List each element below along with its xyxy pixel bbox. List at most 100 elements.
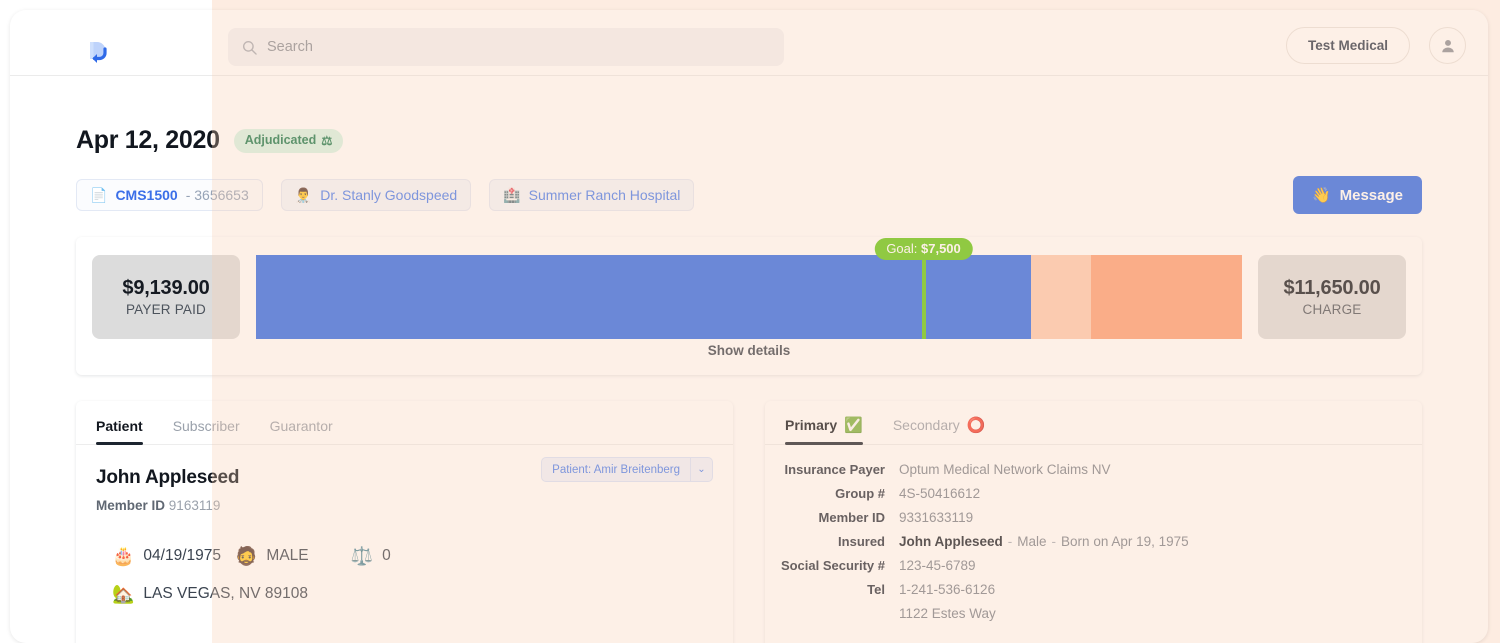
charge-amount: $11,650.00 <box>1283 277 1381 299</box>
insurance-ssn-value: 123-45-6789 <box>899 558 976 573</box>
chevron-down-icon[interactable]: ⌄ <box>690 458 712 481</box>
insurance-row-address: 1122 Estes Way <box>779 606 1402 621</box>
patient-sex-value: MALE <box>266 547 309 564</box>
detail-panels: Patient Subscriber Guarantor John Apples… <box>76 401 1422 643</box>
tab-subscriber[interactable]: Subscriber <box>173 418 240 444</box>
page-content: Apr 12, 2020 Adjudicated ⚖ 📄 CMS1500 - 3… <box>10 126 1488 643</box>
patient-panel-tabs: Patient Subscriber Guarantor <box>76 401 733 445</box>
search-bar[interactable] <box>228 28 784 66</box>
insurance-row-member-id: Member ID 9331633119 <box>779 510 1402 525</box>
birthday-cake-icon: 🎂 <box>112 546 135 566</box>
scales-icon: ⚖️ <box>350 546 374 566</box>
patient-balance-value: 0 <box>382 547 391 564</box>
insurance-member-id-label: Member ID <box>818 510 885 525</box>
message-button-label: Message <box>1339 186 1403 204</box>
insurance-row-tel: Tel 1-241-536-6126 <box>779 582 1402 597</box>
patient-selector-dropdown[interactable]: Patient: Amir Breitenberg ⌄ <box>541 457 713 482</box>
check-mark-icon: ✅ <box>844 417 863 434</box>
goal-prefix: Goal: <box>886 241 922 256</box>
message-button[interactable]: 👋 Message <box>1292 176 1422 214</box>
insurance-details: Insurance Payer Optum Medical Network Cl… <box>765 445 1422 621</box>
charge-stat: $11,650.00 CHARGE <box>1258 255 1406 339</box>
waving-hand-icon: 👋 <box>1311 187 1331 204</box>
chip-provider[interactable]: 👨‍⚕️ Dr. Stanly Goodspeed <box>280 179 472 211</box>
organization-button[interactable]: Test Medical <box>1285 27 1410 64</box>
payment-summary-card: $9,139.00 PAYER PAID Goal: $7,500 $11,65… <box>76 237 1422 375</box>
goal-label: Goal: $7,500 <box>874 238 973 260</box>
gavel-icon: ⚖ <box>321 133 333 148</box>
bar-segment-remaining <box>1091 255 1242 339</box>
patient-dob: 🎂 04/19/1975 <box>112 547 221 565</box>
payment-progress-bar[interactable]: Goal: $7,500 <box>256 238 1242 339</box>
insurance-group-value: 4S-50416612 <box>899 486 981 501</box>
patient-member-id-label: Member ID <box>96 498 166 513</box>
tab-guarantor[interactable]: Guarantor <box>270 418 333 444</box>
page-title: Apr 12, 2020 <box>76 126 220 154</box>
patient-demographics-row: 🎂 04/19/1975 🧔 MALE ⚖️ 0 <box>96 547 713 565</box>
status-badge: Adjudicated ⚖ <box>233 128 344 153</box>
tab-patient[interactable]: Patient <box>96 418 143 445</box>
user-avatar-icon <box>1441 39 1454 52</box>
user-avatar-button[interactable] <box>1429 27 1466 64</box>
tab-primary-insurance[interactable]: Primary ✅ <box>785 416 863 445</box>
insurance-row-group: Group # 4S-50416612 <box>779 486 1402 501</box>
patient-panel: Patient Subscriber Guarantor John Apples… <box>76 401 733 643</box>
insurance-tel-label: Tel <box>867 582 885 597</box>
insurance-panel: Primary ✅ Secondary ⭕ Insurance Payer Op… <box>765 401 1422 643</box>
insured-sex: Male <box>1017 534 1047 549</box>
tab-patient-label: Patient <box>96 418 143 434</box>
claim-logo-icon[interactable] <box>79 37 113 71</box>
payer-paid-amount: $9,139.00 <box>122 277 210 299</box>
hospital-icon: 🏥 <box>503 187 521 203</box>
patient-selector-value: Patient: Amir Breitenberg <box>552 463 680 476</box>
search-input[interactable] <box>267 39 747 55</box>
claim-reference-chips: 📄 CMS1500 - 3656653 👨‍⚕️ Dr. Stanly Good… <box>76 176 1422 214</box>
insurance-tel-value: 1-241-536-6126 <box>899 582 996 597</box>
insured-name: John Appleseed <box>899 534 1003 549</box>
tab-secondary-insurance[interactable]: Secondary ⭕ <box>893 416 986 444</box>
insured-born: Born on Apr 19, 1975 <box>1061 534 1189 549</box>
payer-paid-label: PAYER PAID <box>125 302 207 317</box>
insured-sep-1: - <box>1007 534 1013 549</box>
tab-primary-label: Primary <box>785 417 838 433</box>
chip-provider-label: Dr. Stanly Goodspeed <box>320 187 458 203</box>
insured-sep-2: - <box>1051 534 1057 549</box>
payer-paid-stat: $9,139.00 PAYER PAID <box>92 255 240 339</box>
insurance-member-id-value: 9331633119 <box>899 510 974 525</box>
show-details-link[interactable]: Show details <box>76 343 1422 358</box>
insurance-payer-value: Optum Medical Network Claims NV <box>899 462 1111 477</box>
insurance-group-label: Group # <box>835 486 885 501</box>
patient-member-id-value: 9163119 <box>168 498 221 513</box>
empty-circle-icon: ⭕ <box>966 417 986 434</box>
tab-guarantor-label: Guarantor <box>269 418 333 434</box>
insurance-row-ssn: Social Security # 123-45-6789 <box>779 558 1402 573</box>
status-badge-label: Adjudicated <box>244 133 317 147</box>
payment-bar-row: $9,139.00 PAYER PAID Goal: $7,500 $11,65… <box>92 238 1406 339</box>
insurance-payer-label: Insurance Payer <box>784 462 885 477</box>
insurance-row-insured: Insured John Appleseed - Male - Born on Apr … <box>779 534 1402 549</box>
chip-claim-form-code: CMS1500 <box>115 187 178 203</box>
tab-secondary-label: Secondary <box>892 417 960 433</box>
claim-header-row: Apr 12, 2020 Adjudicated ⚖ <box>76 126 1422 155</box>
chip-facility-label: Summer Ranch Hospital <box>528 187 681 203</box>
top-navigation-bar: Test Medical <box>10 10 1488 76</box>
bar-segment-payer-paid <box>256 255 1031 339</box>
goal-amount: $7,500 <box>921 241 961 256</box>
tab-subscriber-label: Subscriber <box>172 418 240 434</box>
chip-facility[interactable]: 🏥 Summer Ranch Hospital <box>489 179 695 211</box>
insurance-panel-tabs: Primary ✅ Secondary ⭕ <box>765 401 1422 445</box>
insurance-insured-label: Insured <box>838 534 885 549</box>
patient-address-value: LAS VEGAS, NV 89108 <box>143 585 308 602</box>
document-icon: 📄 <box>90 187 108 203</box>
chip-claim-form[interactable]: 📄 CMS1500 - 3656653 <box>76 179 263 211</box>
patient-dob-value: 04/19/1975 <box>143 547 221 564</box>
patient-address: 🏡 LAS VEGAS, NV 89108 <box>96 585 713 603</box>
bar-segment-adjustment <box>1030 255 1092 339</box>
insurance-insured-value: John Appleseed - Male - Born on Apr 19, 1975 <box>899 534 1189 549</box>
patient-balance: ⚖️ 0 <box>351 547 391 565</box>
insurance-ssn-label: Social Security # <box>780 558 885 573</box>
application-card: Test Medical Apr 12, 2020 Adjudicated ⚖ <box>10 10 1488 643</box>
doctor-icon: 👨‍⚕️ <box>294 187 313 203</box>
insurance-row-payer: Insurance Payer Optum Medical Network Cl… <box>779 462 1402 477</box>
app-screen: Test Medical Apr 12, 2020 Adjudicated ⚖ <box>0 0 1500 643</box>
